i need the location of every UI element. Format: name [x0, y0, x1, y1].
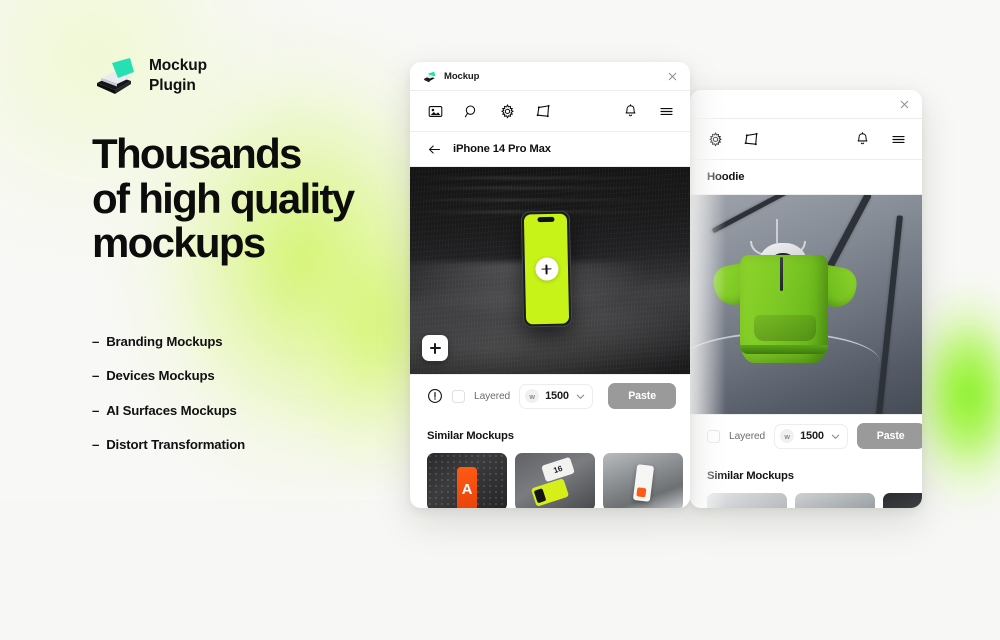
list-item: – Distort Transformation [92, 437, 422, 452]
similar-mockups-title: Similar Mockups [427, 430, 514, 442]
front-window-titlebar: Mockup [410, 62, 690, 91]
page-title: Thousands of high quality mockups [92, 130, 422, 267]
width-value: 1500 [545, 390, 569, 402]
back-window-breadcrumb[interactable]: Hoodie [690, 160, 922, 195]
sand-streak [410, 187, 690, 189]
back-control-bar: Layered w 1500 Paste [690, 414, 922, 457]
distort-icon[interactable] [743, 131, 760, 148]
search-icon[interactable] [463, 103, 480, 120]
back-window-titlebar [690, 90, 922, 119]
bullet-dash: – [92, 333, 100, 349]
close-icon[interactable] [898, 98, 911, 111]
menu-icon[interactable] [658, 103, 675, 120]
backdrop-rail [711, 195, 794, 234]
bell-icon[interactable] [622, 103, 639, 120]
chevron-down-icon[interactable] [830, 431, 841, 442]
width-badge: w [525, 389, 540, 403]
similar-mockups-section: Similar Mockups A 16 [410, 417, 690, 508]
hanger-hook [776, 219, 778, 243]
back-window-toolbar [690, 119, 922, 160]
add-layer-button[interactable] [422, 335, 448, 361]
gear-icon[interactable] [707, 131, 724, 148]
thumb-card-yellow [530, 478, 570, 507]
thumb-paper-grey[interactable] [795, 493, 875, 508]
list-item: – Branding Mockups [92, 334, 422, 349]
width-field[interactable]: w 1500 [774, 423, 848, 449]
back-breadcrumb-label: Hoodie [707, 171, 745, 183]
front-window-toolbar [410, 91, 690, 132]
plugin-window-front[interactable]: Mockup iPhone 14 Pro Max Layered w 1500 … [410, 62, 690, 508]
thumb-phone-letter: A [457, 467, 477, 508]
back-preview-stage[interactable] [690, 195, 922, 414]
headline-line-2: of high quality [92, 174, 355, 222]
chevron-down-icon[interactable] [575, 391, 586, 402]
hoodie-zipper [780, 257, 783, 291]
list-item: – AI Surfaces Mockups [92, 403, 422, 418]
bullet-dash: – [92, 368, 100, 384]
preview-stage[interactable] [410, 167, 690, 374]
close-icon[interactable] [666, 70, 679, 83]
sand-streak [410, 199, 690, 201]
marketing-column: Mockup Plugin Thousands of high quality … [92, 56, 422, 472]
iphone-mockup[interactable] [520, 210, 573, 328]
thumb-light-grey[interactable] [707, 493, 787, 508]
info-icon[interactable] [427, 388, 443, 404]
feature-label: Branding Mockups [106, 333, 223, 349]
brand: Mockup Plugin [92, 56, 422, 96]
list-item: – Devices Mockups [92, 368, 422, 383]
isometric-layers-logo-icon [92, 56, 136, 96]
plugin-window-back[interactable]: Hoodie Layered w 1500 Paste Similar Mock… [690, 90, 922, 508]
thumb-dark-hangers[interactable] [883, 493, 922, 508]
bell-icon[interactable] [854, 131, 871, 148]
breadcrumb-label: iPhone 14 Pro Max [453, 143, 551, 155]
distort-icon[interactable] [535, 103, 552, 120]
headline-line-1: Thousands [92, 130, 302, 177]
layered-checkbox[interactable] [707, 429, 720, 443]
phone-notch [536, 217, 555, 222]
width-field[interactable]: w 1500 [519, 383, 593, 409]
layered-checkbox[interactable] [452, 389, 465, 403]
bullet-dash: – [92, 437, 100, 453]
feature-label: AI Surfaces Mockups [106, 402, 237, 418]
window-title: Mockup [444, 70, 480, 82]
brand-name-line1: Mockup [149, 57, 207, 75]
layered-label: Layered [474, 390, 511, 402]
back-similar-thumbs [707, 493, 922, 508]
sand-streak [410, 177, 690, 179]
width-badge: w [780, 429, 795, 443]
mockup-logo-icon [423, 70, 436, 83]
paste-button[interactable]: Paste [608, 383, 676, 409]
menu-icon[interactable] [890, 131, 907, 148]
brand-name-line2: Plugin [149, 77, 196, 94]
feature-label: Devices Mockups [106, 368, 215, 384]
bullet-dash: – [92, 402, 100, 418]
breadcrumb[interactable]: iPhone 14 Pro Max [410, 132, 690, 167]
width-value: 1500 [800, 430, 824, 442]
layered-label: Layered [729, 430, 766, 442]
gallery-icon[interactable] [427, 103, 444, 120]
feature-label: Distort Transformation [106, 437, 246, 453]
brand-name: Mockup Plugin [149, 56, 207, 95]
gear-icon[interactable] [499, 103, 516, 120]
back-similar-section: Similar Mockups [690, 457, 922, 508]
thumb-card-label: 16 [541, 456, 575, 483]
back-similar-title: Similar Mockups [707, 470, 794, 482]
feature-list: – Branding Mockups – Devices Mockups – A… [92, 334, 422, 453]
hoodie-pocket [754, 315, 816, 341]
control-bar: Layered w 1500 Paste [410, 374, 690, 417]
green-hoodie-mockup [710, 219, 860, 365]
paste-button[interactable]: Paste [856, 423, 922, 449]
thumb-phone [632, 464, 655, 502]
hoodie-hem [740, 345, 828, 354]
headline-line-3: mockups [92, 219, 266, 267]
arrow-left-icon[interactable] [427, 142, 442, 157]
